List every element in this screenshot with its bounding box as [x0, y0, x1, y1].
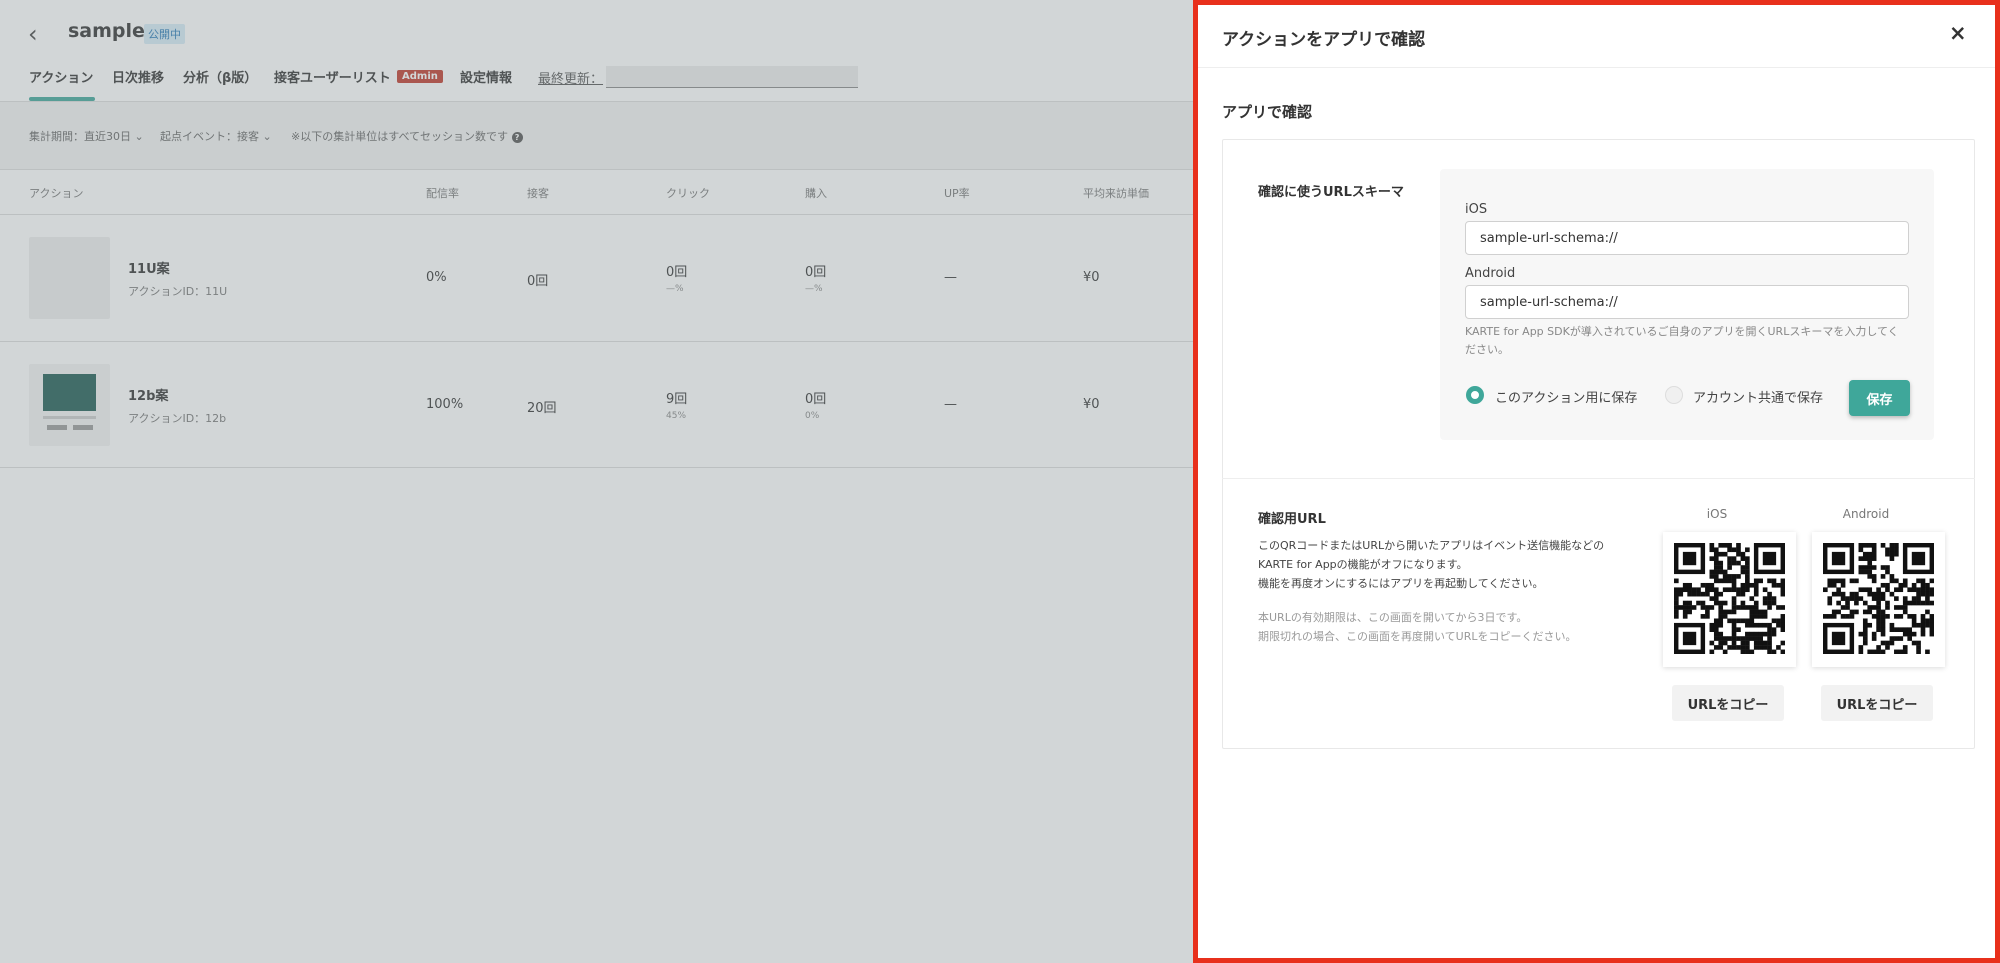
copy-url-android-button[interactable]: URLをコピー [1821, 685, 1933, 721]
qr-android-code [1812, 532, 1945, 667]
qr-code-icon [1674, 543, 1785, 654]
url-schema-label: 確認に使うURLスキーマ [1258, 185, 1404, 200]
panel-title: アクションをアプリで確認 [1222, 30, 1426, 50]
confirm-url-label: 確認用URL [1258, 512, 1326, 527]
ios-schema-input[interactable] [1465, 221, 1909, 255]
android-schema-input[interactable] [1465, 285, 1909, 319]
qr-ios-label: iOS [1706, 507, 1728, 521]
save-button[interactable]: 保存 [1849, 380, 1910, 416]
qr-code-icon [1823, 543, 1934, 654]
copy-url-ios-button[interactable]: URLをコピー [1672, 685, 1784, 721]
section-title: アプリで確認 [1222, 103, 1313, 121]
close-icon[interactable]: × [1949, 21, 1967, 45]
card-divider [1222, 478, 1975, 479]
expiry-line: 期限切れの場合、この画面を再度開いてURLをコピーください。 [1258, 630, 1577, 643]
android-field-label: Android [1465, 266, 1516, 281]
radio-save-for-account-label[interactable]: アカウント共通で保存 [1693, 387, 1823, 406]
expiry-line: 本URLの有効期限は、この画面を開いてから3日です。 [1258, 611, 1528, 624]
description-line: 機能を再度オンにするにはアプリを再起動してください。 [1258, 577, 1544, 590]
ios-field-label: iOS [1465, 202, 1488, 217]
expiry-note: 本URLの有効期限は、この画面を開いてから3日です。 期限切れの場合、この画面を… [1258, 608, 1608, 646]
radio-save-for-account[interactable] [1665, 386, 1683, 404]
confirm-description: このQRコードまたはURLから開いたアプリはイベント送信機能などのKARTE f… [1258, 536, 1608, 593]
qr-android-label: Android [1842, 507, 1890, 521]
modal-overlay[interactable] [0, 0, 1195, 963]
qr-ios-code [1663, 532, 1796, 667]
panel-header-divider [1198, 67, 1995, 68]
app-preview-panel: アクションをアプリで確認 × アプリで確認 確認に使うURLスキーマ iOS A… [1193, 0, 2000, 963]
radio-save-for-action-label[interactable]: このアクション用に保存 [1495, 387, 1637, 406]
radio-save-for-action[interactable] [1466, 386, 1484, 404]
schema-hint: KARTE for App SDKが導入されているご自身のアプリを開くURLスキ… [1465, 325, 1899, 356]
description-line: このQRコードまたはURLから開いたアプリはイベント送信機能などのKARTE f… [1258, 539, 1605, 571]
